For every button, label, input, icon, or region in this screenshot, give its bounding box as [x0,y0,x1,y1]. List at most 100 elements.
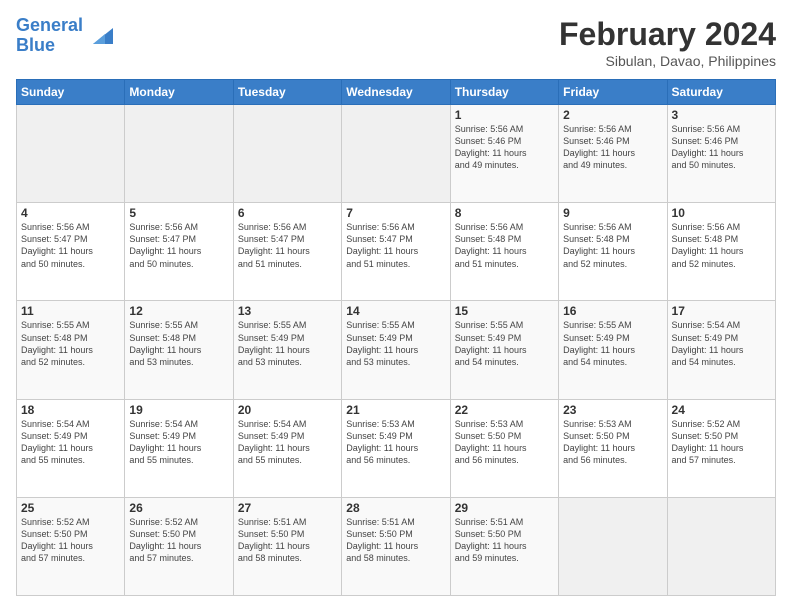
day-number: 4 [21,206,120,220]
day-number: 1 [455,108,554,122]
day-number: 5 [129,206,228,220]
calendar-cell: 18Sunrise: 5:54 AM Sunset: 5:49 PM Dayli… [17,399,125,497]
day-info: Sunrise: 5:53 AM Sunset: 5:49 PM Dayligh… [346,418,445,467]
calendar-header-wednesday: Wednesday [342,80,450,105]
day-number: 17 [672,304,771,318]
logo-line1: General [16,15,83,35]
day-info: Sunrise: 5:51 AM Sunset: 5:50 PM Dayligh… [238,516,337,565]
calendar-week-row: 4Sunrise: 5:56 AM Sunset: 5:47 PM Daylig… [17,203,776,301]
calendar-cell [667,497,775,595]
calendar-cell: 3Sunrise: 5:56 AM Sunset: 5:46 PM Daylig… [667,105,775,203]
day-info: Sunrise: 5:54 AM Sunset: 5:49 PM Dayligh… [129,418,228,467]
day-info: Sunrise: 5:56 AM Sunset: 5:48 PM Dayligh… [455,221,554,270]
calendar-cell: 9Sunrise: 5:56 AM Sunset: 5:48 PM Daylig… [559,203,667,301]
calendar-cell: 1Sunrise: 5:56 AM Sunset: 5:46 PM Daylig… [450,105,558,203]
calendar-cell: 2Sunrise: 5:56 AM Sunset: 5:46 PM Daylig… [559,105,667,203]
day-info: Sunrise: 5:51 AM Sunset: 5:50 PM Dayligh… [455,516,554,565]
day-info: Sunrise: 5:55 AM Sunset: 5:49 PM Dayligh… [563,319,662,368]
calendar-cell [559,497,667,595]
calendar-table: SundayMondayTuesdayWednesdayThursdayFrid… [16,79,776,596]
day-number: 16 [563,304,662,318]
day-number: 19 [129,403,228,417]
day-info: Sunrise: 5:56 AM Sunset: 5:48 PM Dayligh… [563,221,662,270]
calendar-cell [342,105,450,203]
calendar-cell: 19Sunrise: 5:54 AM Sunset: 5:49 PM Dayli… [125,399,233,497]
day-info: Sunrise: 5:52 AM Sunset: 5:50 PM Dayligh… [129,516,228,565]
title-area: February 2024 Sibulan, Davao, Philippine… [559,16,776,69]
calendar-week-row: 11Sunrise: 5:55 AM Sunset: 5:48 PM Dayli… [17,301,776,399]
day-info: Sunrise: 5:56 AM Sunset: 5:46 PM Dayligh… [563,123,662,172]
day-number: 21 [346,403,445,417]
calendar-cell: 8Sunrise: 5:56 AM Sunset: 5:48 PM Daylig… [450,203,558,301]
calendar-cell: 24Sunrise: 5:52 AM Sunset: 5:50 PM Dayli… [667,399,775,497]
day-number: 20 [238,403,337,417]
day-number: 2 [563,108,662,122]
day-number: 29 [455,501,554,515]
calendar-cell: 12Sunrise: 5:55 AM Sunset: 5:48 PM Dayli… [125,301,233,399]
day-number: 27 [238,501,337,515]
calendar-cell: 20Sunrise: 5:54 AM Sunset: 5:49 PM Dayli… [233,399,341,497]
calendar-header-saturday: Saturday [667,80,775,105]
day-info: Sunrise: 5:54 AM Sunset: 5:49 PM Dayligh… [238,418,337,467]
day-number: 8 [455,206,554,220]
day-number: 13 [238,304,337,318]
day-number: 7 [346,206,445,220]
calendar-cell: 16Sunrise: 5:55 AM Sunset: 5:49 PM Dayli… [559,301,667,399]
calendar-header-monday: Monday [125,80,233,105]
day-info: Sunrise: 5:56 AM Sunset: 5:48 PM Dayligh… [672,221,771,270]
calendar-header-tuesday: Tuesday [233,80,341,105]
day-number: 23 [563,403,662,417]
day-number: 26 [129,501,228,515]
day-info: Sunrise: 5:54 AM Sunset: 5:49 PM Dayligh… [672,319,771,368]
page: General Blue February 2024 Sibulan, Dava… [0,0,792,612]
day-info: Sunrise: 5:52 AM Sunset: 5:50 PM Dayligh… [21,516,120,565]
calendar-cell [233,105,341,203]
calendar-cell: 25Sunrise: 5:52 AM Sunset: 5:50 PM Dayli… [17,497,125,595]
day-info: Sunrise: 5:52 AM Sunset: 5:50 PM Dayligh… [672,418,771,467]
day-number: 11 [21,304,120,318]
logo-line2: Blue [16,35,55,55]
logo-text: General Blue [16,16,83,56]
day-number: 15 [455,304,554,318]
day-number: 28 [346,501,445,515]
header: General Blue February 2024 Sibulan, Dava… [16,16,776,69]
day-info: Sunrise: 5:56 AM Sunset: 5:47 PM Dayligh… [21,221,120,270]
calendar-cell: 10Sunrise: 5:56 AM Sunset: 5:48 PM Dayli… [667,203,775,301]
day-info: Sunrise: 5:56 AM Sunset: 5:47 PM Dayligh… [346,221,445,270]
day-info: Sunrise: 5:54 AM Sunset: 5:49 PM Dayligh… [21,418,120,467]
day-number: 6 [238,206,337,220]
day-number: 18 [21,403,120,417]
day-info: Sunrise: 5:51 AM Sunset: 5:50 PM Dayligh… [346,516,445,565]
day-info: Sunrise: 5:53 AM Sunset: 5:50 PM Dayligh… [455,418,554,467]
calendar-header-row: SundayMondayTuesdayWednesdayThursdayFrid… [17,80,776,105]
calendar-header-thursday: Thursday [450,80,558,105]
calendar-cell: 29Sunrise: 5:51 AM Sunset: 5:50 PM Dayli… [450,497,558,595]
calendar-cell: 26Sunrise: 5:52 AM Sunset: 5:50 PM Dayli… [125,497,233,595]
day-number: 10 [672,206,771,220]
day-info: Sunrise: 5:56 AM Sunset: 5:46 PM Dayligh… [672,123,771,172]
day-info: Sunrise: 5:56 AM Sunset: 5:47 PM Dayligh… [238,221,337,270]
calendar-week-row: 18Sunrise: 5:54 AM Sunset: 5:49 PM Dayli… [17,399,776,497]
month-title: February 2024 [559,16,776,53]
calendar-week-row: 1 Sunrise: 5:56 AM Sunset: 5:46 PM Daylig… [17,105,776,203]
location: Sibulan, Davao, Philippines [559,53,776,69]
day-number: 3 [672,108,771,122]
calendar-cell: 28Sunrise: 5:51 AM Sunset: 5:50 PM Dayli… [342,497,450,595]
calendar-week-row: 25Sunrise: 5:52 AM Sunset: 5:50 PM Dayli… [17,497,776,595]
day-number: 25 [21,501,120,515]
calendar-cell: 6Sunrise: 5:56 AM Sunset: 5:47 PM Daylig… [233,203,341,301]
calendar-cell: 17Sunrise: 5:54 AM Sunset: 5:49 PM Dayli… [667,301,775,399]
calendar-cell: 21Sunrise: 5:53 AM Sunset: 5:49 PM Dayli… [342,399,450,497]
day-info: Sunrise: 5:55 AM Sunset: 5:49 PM Dayligh… [455,319,554,368]
day-number: 14 [346,304,445,318]
calendar-cell: 4Sunrise: 5:56 AM Sunset: 5:47 PM Daylig… [17,203,125,301]
day-info: Sunrise: 5:55 AM Sunset: 5:49 PM Dayligh… [346,319,445,368]
day-number: 22 [455,403,554,417]
day-info: Sunrise: 5:53 AM Sunset: 5:50 PM Dayligh… [563,418,662,467]
calendar-header-friday: Friday [559,80,667,105]
calendar-cell: 7Sunrise: 5:56 AM Sunset: 5:47 PM Daylig… [342,203,450,301]
day-number: 12 [129,304,228,318]
calendar-cell: 22Sunrise: 5:53 AM Sunset: 5:50 PM Dayli… [450,399,558,497]
calendar-cell: 27Sunrise: 5:51 AM Sunset: 5:50 PM Dayli… [233,497,341,595]
calendar-cell: 23Sunrise: 5:53 AM Sunset: 5:50 PM Dayli… [559,399,667,497]
